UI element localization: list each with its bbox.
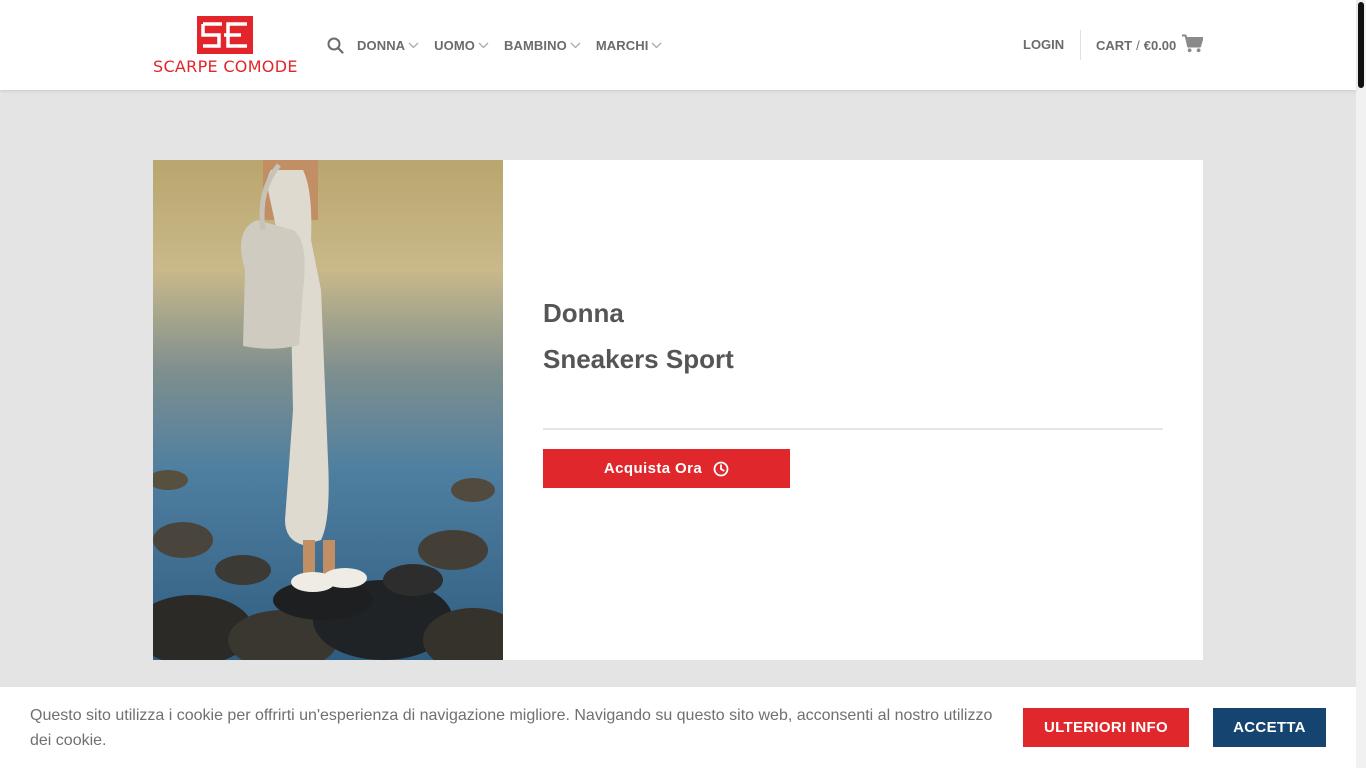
header-divider <box>1080 30 1081 60</box>
logo-text: SCARPE COMODE <box>153 57 298 76</box>
cart-link[interactable]: CART / €0.00 <box>1096 34 1204 56</box>
cart-separator: / <box>1136 37 1140 53</box>
clock-icon <box>713 461 729 477</box>
accept-cookies-button[interactable]: ACCETTA <box>1213 708 1326 747</box>
banner-title: Donna <box>543 298 624 328</box>
site-logo[interactable]: SCARPE COMODE <box>153 16 299 76</box>
chevron-down-icon <box>570 42 581 49</box>
nav-item-donna[interactable]: DONNA <box>357 38 419 53</box>
buy-now-label: Acquista Ora <box>603 460 703 477</box>
search-icon[interactable] <box>327 36 345 54</box>
more-info-button[interactable]: ULTERIORI INFO <box>1023 708 1189 747</box>
nav-item-uomo[interactable]: UOMO <box>434 38 489 53</box>
chevron-down-icon <box>478 42 489 49</box>
nav-item-marchi[interactable]: MARCHI <box>596 38 663 53</box>
main-nav: DONNA UOMO BAMBINO MARCHI <box>327 35 677 55</box>
nav-item-label: BAMBINO <box>504 37 567 53</box>
banner-divider <box>543 428 1163 430</box>
page-scrollbar[interactable] <box>1356 0 1366 768</box>
cart-total: €0.00 <box>1143 37 1177 53</box>
site-header: SCARPE COMODE DONNA UOMO BAMBINO MARCHI … <box>0 0 1356 90</box>
logo-mark-icon <box>197 16 253 54</box>
cookie-message: Questo sito utilizza i cookie per offrir… <box>30 707 993 749</box>
banner-card: Donna Sneakers Sport Acquista Ora <box>503 160 1203 660</box>
nav-item-label: MARCHI <box>595 37 649 53</box>
cart-icon <box>1182 34 1204 56</box>
nav-item-label: DONNA <box>357 37 406 53</box>
banner-subtitle: Sneakers Sport <box>543 344 734 374</box>
chevron-down-icon <box>408 42 419 49</box>
scrollbar-thumb[interactable] <box>1358 2 1364 88</box>
nav-item-bambino[interactable]: BAMBINO <box>504 38 581 53</box>
banner-image[interactable] <box>153 160 503 660</box>
cookie-banner: Questo sito utilizza i cookie per offrir… <box>0 687 1356 768</box>
buy-now-button[interactable]: Acquista Ora <box>543 449 790 488</box>
login-link[interactable]: LOGIN <box>1023 37 1064 52</box>
cart-label: CART <box>1096 37 1133 53</box>
chevron-down-icon <box>651 42 662 49</box>
nav-item-label: UOMO <box>434 37 476 53</box>
